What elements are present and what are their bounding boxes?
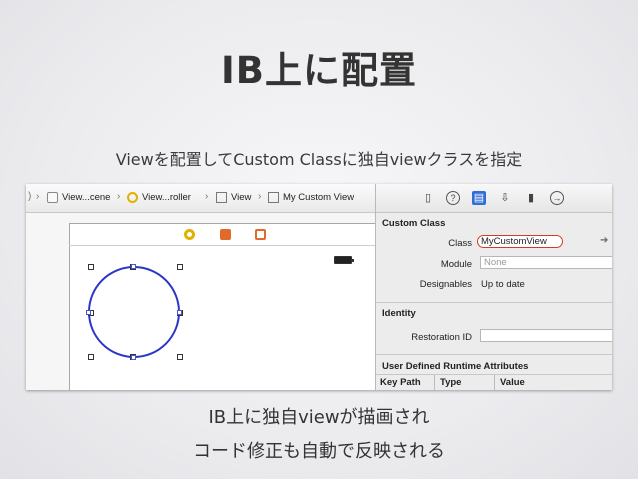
column-type[interactable]: Type xyxy=(440,377,461,388)
footer-line-2: コード修正も自動で反映される xyxy=(193,441,445,462)
view-icon xyxy=(268,192,279,203)
slide-title: IB上に配置 xyxy=(221,49,417,92)
identity-header: Identity xyxy=(382,308,416,319)
storyboard-editor: ) › View...cene › View...roller › View ›… xyxy=(26,184,376,390)
jump-bar: ) › View...cene › View...roller › View ›… xyxy=(26,184,375,213)
designables-status: Up to date xyxy=(481,279,525,290)
view-controller-icon xyxy=(127,192,138,203)
circle-anchor xyxy=(86,310,91,315)
jump-bar-item-view[interactable]: View xyxy=(231,192,251,203)
size-inspector-icon[interactable]: ▮ xyxy=(524,191,538,205)
chevron-right-icon: › xyxy=(205,191,209,202)
module-select[interactable]: None xyxy=(480,256,612,269)
chevron-right-icon: › xyxy=(36,191,40,202)
designables-label: Designables xyxy=(419,279,472,290)
restoration-id-label: Restoration ID xyxy=(411,332,472,343)
jump-bar-item-controller[interactable]: View...roller xyxy=(142,192,191,203)
runtime-attributes-header: User Defined Runtime Attributes xyxy=(382,361,529,372)
battery-icon xyxy=(334,256,354,264)
chevron-right-icon: › xyxy=(117,191,121,202)
custom-class-header: Custom Class xyxy=(382,218,446,229)
view-controller-dock-icon[interactable] xyxy=(184,229,195,240)
column-divider xyxy=(494,375,495,390)
slide-subtitle: Viewを配置してCustom Classに独自viewクラスを指定 xyxy=(115,150,523,169)
custom-view-circle[interactable] xyxy=(88,266,180,358)
view-icon xyxy=(216,192,227,203)
storyboard-file-icon xyxy=(47,192,58,203)
attributes-inspector-icon[interactable]: ⇩ xyxy=(498,191,512,205)
jump-bar-item-custom-view[interactable]: My Custom View xyxy=(283,192,354,203)
column-key-path[interactable]: Key Path xyxy=(380,377,421,388)
jump-bar-back-icon[interactable]: ) xyxy=(28,191,31,202)
resize-handle[interactable] xyxy=(177,264,183,270)
first-responder-icon[interactable] xyxy=(220,229,231,240)
chevron-right-icon: › xyxy=(258,191,262,202)
module-label: Module xyxy=(440,259,472,270)
resize-handle[interactable] xyxy=(88,264,94,270)
identity-inspector: ▯ ? ▤ ⇩ ▮ → Custom Class Class MyCustomV… xyxy=(375,184,612,390)
resize-handle[interactable] xyxy=(88,354,94,360)
divider xyxy=(376,354,612,355)
column-divider xyxy=(434,375,435,390)
xcode-screenshot: ) › View...cene › View...roller › View ›… xyxy=(26,184,612,390)
class-label: Class xyxy=(448,238,472,249)
class-go-icon[interactable]: ➔ xyxy=(600,235,608,246)
column-value[interactable]: Value xyxy=(500,377,525,388)
footer-line-1: IB上に独自viewが描画され xyxy=(208,407,430,428)
restoration-id-field[interactable] xyxy=(480,329,612,342)
file-inspector-icon[interactable]: ▯ xyxy=(421,191,435,205)
class-field[interactable]: MyCustomView xyxy=(477,235,563,248)
help-icon[interactable]: ? xyxy=(446,191,460,205)
connections-inspector-icon[interactable]: → xyxy=(550,191,564,205)
jump-bar-item-scene[interactable]: View...cene xyxy=(62,192,110,203)
resize-handle[interactable] xyxy=(177,354,183,360)
inspector-toolbar: ▯ ? ▤ ⇩ ▮ → xyxy=(376,184,612,213)
circle-anchor xyxy=(131,264,136,269)
circle-anchor xyxy=(177,310,182,315)
exit-icon[interactable] xyxy=(255,229,266,240)
circle-anchor xyxy=(131,355,136,360)
divider xyxy=(376,302,612,303)
identity-inspector-icon[interactable]: ▤ xyxy=(472,191,486,205)
